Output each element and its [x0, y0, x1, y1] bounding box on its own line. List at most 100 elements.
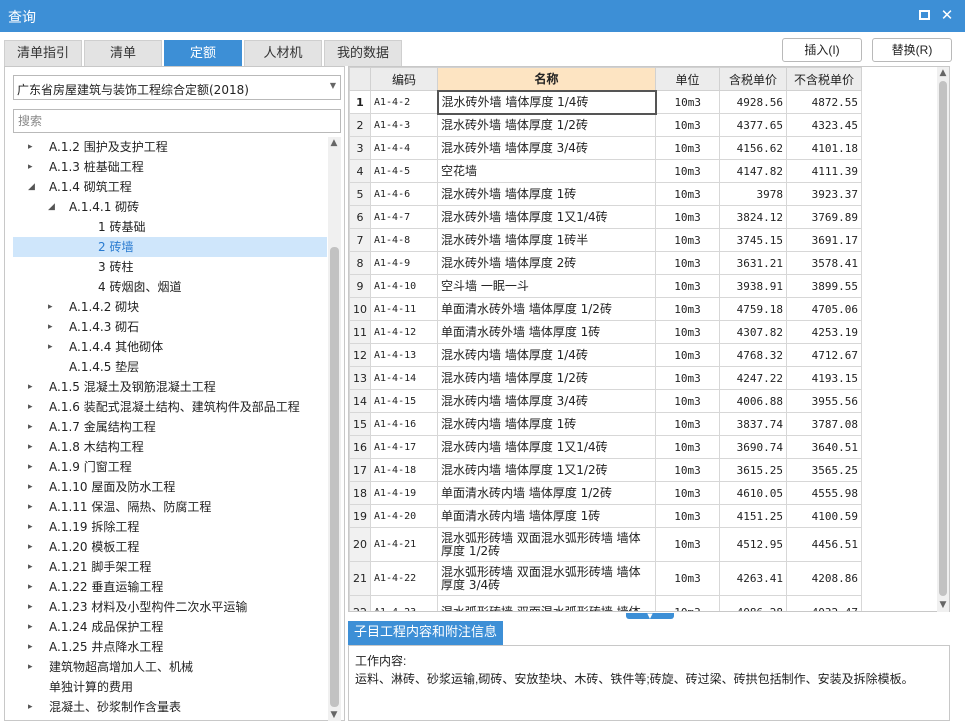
unit-cell[interactable]: 10m3: [655, 228, 720, 252]
notax-price-cell[interactable]: 4555.98: [786, 481, 862, 505]
tax-price-cell[interactable]: 3690.74: [719, 435, 787, 459]
tax-price-cell[interactable]: 4006.88: [719, 389, 787, 413]
notax-price-cell[interactable]: 3640.51: [786, 435, 862, 459]
close-icon[interactable]: ✕: [938, 6, 956, 24]
expand-arrow-icon[interactable]: ▸: [48, 337, 58, 357]
tax-price-cell[interactable]: 4307.82: [719, 320, 787, 344]
unit-cell[interactable]: 10m3: [655, 113, 720, 137]
row-number[interactable]: 12: [349, 343, 371, 367]
row-number[interactable]: 15: [349, 412, 371, 436]
table-row[interactable]: 13 A1-4-14 混水砖内墙 墙体厚度 1/2砖 10m3 4247.22 4193.…: [349, 366, 862, 390]
code-cell[interactable]: A1-4-17: [370, 435, 438, 459]
tax-price-cell[interactable]: 4247.22: [719, 366, 787, 390]
name-cell[interactable]: 空花墙: [437, 159, 656, 183]
table-row[interactable]: 12 A1-4-13 混水砖内墙 墙体厚度 1/4砖 10m3 4768.32 4712.…: [349, 343, 862, 367]
table-row[interactable]: 21 A1-4-22 混水弧形砖墙 双面混水弧形砖墙 墙体厚度 3/4砖 10m3 42…: [349, 561, 862, 596]
expand-arrow-icon[interactable]: ▸: [28, 597, 38, 617]
scroll-down-icon[interactable]: ▼: [328, 709, 340, 721]
table-row[interactable]: 8 A1-4-9 混水砖外墙 墙体厚度 2砖 10m3 3631.21 3578.41: [349, 251, 862, 275]
notax-price-cell[interactable]: 4193.15: [786, 366, 862, 390]
name-cell[interactable]: 混水砖外墙 墙体厚度 3/4砖: [437, 136, 656, 160]
tree-node[interactable]: ▸ A.1.22 垂直运输工程: [13, 577, 327, 597]
expand-arrow-icon[interactable]: ▸: [28, 557, 38, 577]
tree-node[interactable]: 1 砖基础: [13, 217, 327, 237]
row-number[interactable]: 7: [349, 228, 371, 252]
name-cell[interactable]: 混水砖内墙 墙体厚度 1/4砖: [437, 343, 656, 367]
tax-price-cell[interactable]: 4610.05: [719, 481, 787, 505]
unit-cell[interactable]: 10m3: [655, 389, 720, 413]
scroll-up-icon[interactable]: ▲: [328, 137, 340, 149]
name-cell[interactable]: 混水砖外墙 墙体厚度 1/2砖: [437, 113, 656, 137]
search-input[interactable]: [13, 109, 341, 133]
tree-node[interactable]: ▸ A.1.10 屋面及防水工程: [13, 477, 327, 497]
row-number[interactable]: 10: [349, 297, 371, 321]
table-scrollbar[interactable]: ▲ ▼: [937, 67, 949, 612]
expand-arrow-icon[interactable]: ▸: [28, 437, 38, 457]
row-number[interactable]: 21: [349, 561, 371, 596]
tax-price-cell[interactable]: 4759.18: [719, 297, 787, 321]
scrollbar-thumb[interactable]: [330, 247, 339, 707]
unit-cell[interactable]: 10m3: [655, 182, 720, 206]
name-cell[interactable]: 混水砖内墙 墙体厚度 1/2砖: [437, 366, 656, 390]
unit-cell[interactable]: 10m3: [655, 481, 720, 505]
table-row[interactable]: 10 A1-4-11 单面清水砖外墙 墙体厚度 1/2砖 10m3 4759.18 470…: [349, 297, 862, 321]
code-cell[interactable]: A1-4-15: [370, 389, 438, 413]
name-cell[interactable]: 单面清水砖内墙 墙体厚度 1砖: [437, 504, 656, 528]
row-number[interactable]: 18: [349, 481, 371, 505]
unit-cell[interactable]: 10m3: [655, 343, 720, 367]
code-cell[interactable]: A1-4-20: [370, 504, 438, 528]
unit-cell[interactable]: 10m3: [655, 136, 720, 160]
row-number[interactable]: 13: [349, 366, 371, 390]
table-row[interactable]: 11 A1-4-12 单面清水砖外墙 墙体厚度 1砖 10m3 4307.82 4253.…: [349, 320, 862, 344]
code-cell[interactable]: A1-4-9: [370, 251, 438, 275]
notax-price-cell[interactable]: 3899.55: [786, 274, 862, 298]
code-cell[interactable]: A1-4-18: [370, 458, 438, 482]
tab-work-content[interactable]: 子目工程内容和附注信息: [348, 621, 504, 645]
tax-price-cell[interactable]: 3824.12: [719, 205, 787, 229]
code-cell[interactable]: A1-4-16: [370, 412, 438, 436]
tax-price-cell[interactable]: 3837.74: [719, 412, 787, 436]
row-number[interactable]: 2: [349, 113, 371, 137]
table-row[interactable]: 15 A1-4-16 混水砖内墙 墙体厚度 1砖 10m3 3837.74 3787.08: [349, 412, 862, 436]
expand-arrow-icon[interactable]: ▸: [28, 537, 38, 557]
splitter-handle[interactable]: ▼: [626, 613, 674, 620]
name-cell[interactable]: 单面清水砖外墙 墙体厚度 1砖: [437, 320, 656, 344]
tree-node[interactable]: ▸ A.1.6 装配式混凝土结构、建筑构件及部品工程: [13, 397, 327, 417]
table-row[interactable]: 6 A1-4-7 混水砖外墙 墙体厚度 1又1/4砖 10m3 3824.12 3769.…: [349, 205, 862, 229]
notax-price-cell[interactable]: 4111.39: [786, 159, 862, 183]
tree-node[interactable]: ▸ A.1.19 拆除工程: [13, 517, 327, 537]
code-cell[interactable]: A1-4-10: [370, 274, 438, 298]
expand-arrow-icon[interactable]: ▸: [28, 697, 38, 717]
expand-arrow-icon[interactable]: ▸: [28, 137, 38, 157]
notax-price-cell[interactable]: 4712.67: [786, 343, 862, 367]
notax-price-cell[interactable]: 3787.08: [786, 412, 862, 436]
row-number[interactable]: 4: [349, 159, 371, 183]
name-cell[interactable]: 混水砖内墙 墙体厚度 1砖: [437, 412, 656, 436]
code-cell[interactable]: A1-4-3: [370, 113, 438, 137]
code-cell[interactable]: A1-4-19: [370, 481, 438, 505]
notax-price-cell[interactable]: 3955.56: [786, 389, 862, 413]
tax-price-cell[interactable]: 4263.41: [719, 561, 787, 596]
notax-price-cell[interactable]: 4323.45: [786, 113, 862, 137]
name-cell[interactable]: 混水砖内墙 墙体厚度 3/4砖: [437, 389, 656, 413]
table-row[interactable]: 4 A1-4-5 空花墙 10m3 4147.82 4111.39: [349, 159, 862, 183]
table-row[interactable]: 5 A1-4-6 混水砖外墙 墙体厚度 1砖 10m3 3978 3923.37: [349, 182, 862, 206]
tree-node[interactable]: ▸ 建筑物超高增加人工、机械: [13, 657, 327, 677]
name-cell[interactable]: 混水弧形砖墙 双面混水弧形砖墙 墙体: [437, 595, 656, 611]
tax-price-cell[interactable]: 4768.32: [719, 343, 787, 367]
tree-node[interactable]: ▸ A.1.3 桩基础工程: [13, 157, 327, 177]
tab-quota[interactable]: 定额: [164, 40, 242, 66]
code-cell[interactable]: A1-4-8: [370, 228, 438, 252]
unit-cell[interactable]: 10m3: [655, 274, 720, 298]
unit-cell[interactable]: 10m3: [655, 435, 720, 459]
notax-price-cell[interactable]: 3769.89: [786, 205, 862, 229]
unit-cell[interactable]: 10m3: [655, 90, 720, 114]
code-cell[interactable]: A1-4-5: [370, 159, 438, 183]
tax-price-cell[interactable]: 4147.82: [719, 159, 787, 183]
header-tax-price[interactable]: 含税单价: [719, 67, 787, 91]
row-number[interactable]: 3: [349, 136, 371, 160]
tree-node[interactable]: ◢ A.1.4 砌筑工程: [13, 177, 327, 197]
header-code[interactable]: 编码: [370, 67, 438, 91]
row-number[interactable]: 16: [349, 435, 371, 459]
notax-price-cell[interactable]: 4872.55: [786, 90, 862, 114]
